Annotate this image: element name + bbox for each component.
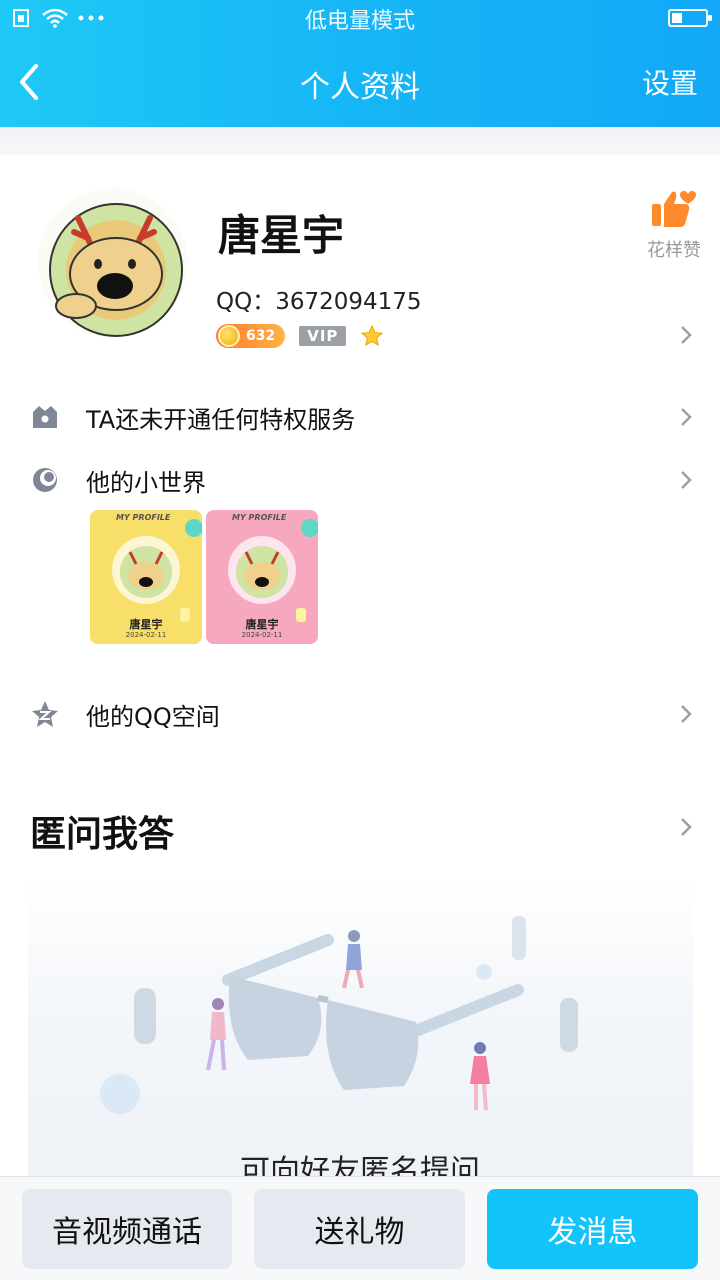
qq-zone-row[interactable]: 他的QQ空间	[0, 691, 720, 739]
qq-number: QQ：3672094175	[216, 289, 422, 315]
crown-icon	[33, 406, 57, 428]
divider-band	[0, 127, 720, 155]
header: 低电量模式 个人资料 设置	[0, 0, 720, 127]
bottom-action-bar: 音视频通话 送礼物 发消息	[0, 1176, 720, 1280]
fancy-like-label: 花样赞	[647, 240, 701, 261]
small-world-label: 他的小世界	[86, 469, 206, 497]
card-name: 唐星宇	[129, 618, 163, 631]
chevron-right-icon	[681, 705, 692, 723]
settings-button[interactable]: 设置	[642, 62, 698, 102]
privilege-label: TA还未开通任何特权服务	[86, 406, 356, 434]
video-call-button[interactable]: 音视频通话	[22, 1189, 232, 1269]
send-message-button[interactable]: 发消息	[487, 1189, 698, 1269]
small-world-cards: MY PROFILE 唐星宇 2024-02-11 MY PROFILE 唐星宇…	[90, 510, 318, 644]
vip-badge[interactable]: VIP	[299, 326, 347, 346]
profile-page: 低电量模式 个人资料 设置 唐星宇 QQ：3672094175 632 VIP	[0, 0, 720, 1280]
profile-card-pink[interactable]: MY PROFILE 唐星宇 2024-02-11	[206, 510, 318, 644]
avatar[interactable]	[38, 188, 188, 338]
page-title: 个人资料	[300, 70, 420, 105]
anonymous-qa-title: 匿问我答	[30, 814, 175, 855]
card-date: 2024-02-11	[241, 631, 283, 639]
status-bar: 低电量模式	[0, 0, 720, 36]
glasses-people-illustration	[100, 916, 578, 1114]
card-date: 2024-02-11	[125, 631, 167, 639]
card-header: MY PROFILE	[232, 513, 287, 522]
status-mode-text: 低电量模式	[304, 9, 415, 34]
card-name: 唐星宇	[245, 618, 279, 631]
profile-card-yellow[interactable]: MY PROFILE 唐星宇 2024-02-11	[90, 510, 202, 644]
level-number: 632	[246, 328, 276, 344]
privilege-row[interactable]: TA还未开通任何特权服务	[0, 394, 720, 442]
qzone-star-icon	[32, 701, 58, 727]
profile-name: 唐星宇	[218, 211, 345, 260]
qq-zone-label: 他的QQ空间	[86, 703, 220, 731]
anonymous-qa-chevron-icon[interactable]	[679, 816, 693, 838]
battery-icon	[668, 9, 712, 27]
fancy-like-button[interactable]: 花样赞	[642, 188, 706, 262]
thumbs-up-heart-icon	[652, 190, 696, 227]
level-badge[interactable]: 632	[216, 324, 286, 348]
star-icon[interactable]	[360, 324, 384, 348]
chevron-right-icon	[681, 408, 692, 426]
send-gift-button[interactable]: 送礼物	[254, 1189, 465, 1269]
badge-row: 632 VIP	[216, 323, 384, 349]
coin-icon	[218, 325, 240, 347]
chevron-right-icon	[681, 471, 692, 489]
avatar-dog-image	[38, 188, 188, 338]
card-header: MY PROFILE	[116, 513, 171, 522]
planet-icon	[33, 468, 57, 492]
small-world-row[interactable]: 他的小世界	[0, 457, 720, 505]
profile-chevron-right-icon[interactable]	[679, 324, 693, 346]
